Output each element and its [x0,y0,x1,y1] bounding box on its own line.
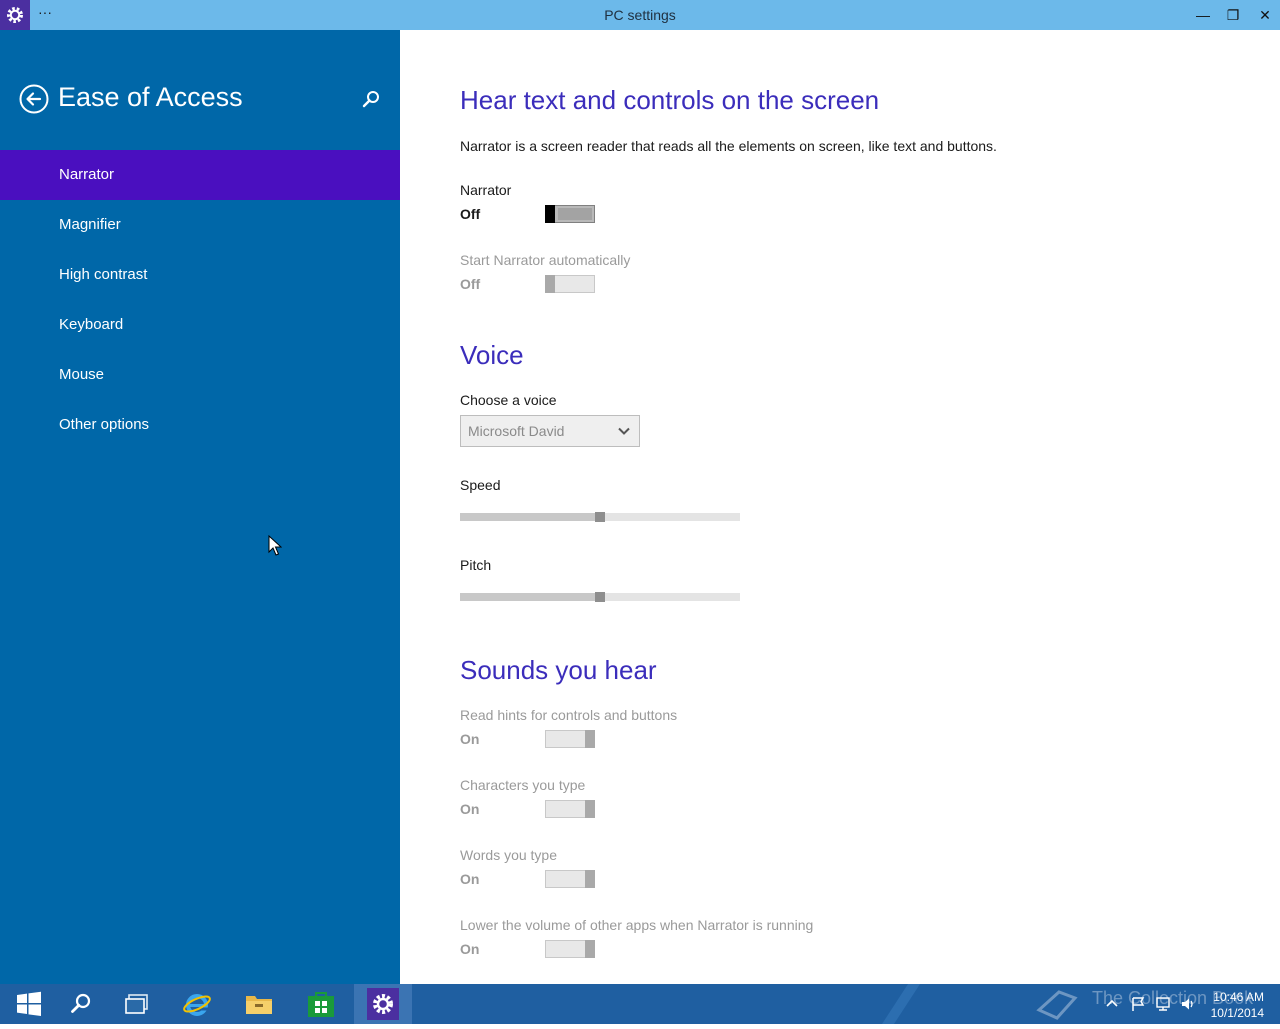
taskbar-decoration [860,984,920,1024]
voice-dropdown-value: Microsoft David [468,423,565,439]
narrator-toggle[interactable] [545,205,595,223]
speed-slider-thumb[interactable] [595,512,605,522]
volume-icon[interactable] [1180,996,1196,1012]
voice-dropdown[interactable]: Microsoft David [460,415,640,447]
show-hidden-icons-chevron-icon[interactable] [1104,996,1120,1012]
file-explorer-folder-icon[interactable] [230,984,288,1024]
lower-volume-state: On [460,941,480,957]
start-narrator-auto-label: Start Narrator automatically [460,252,631,268]
words-typed-label: Words you type [460,847,558,863]
words-typed-state: On [460,871,480,887]
book-logo-icon [1035,986,1079,1022]
start-narrator-auto-state: Off [460,276,481,292]
sidebar-item-keyboard[interactable]: Keyboard [0,300,400,350]
page-title: Ease of Access [58,82,243,112]
back-arrow-icon[interactable] [19,84,49,114]
read-hints-state: On [460,731,480,747]
section-heading-hear-text: Hear text and controls on the screen [460,85,880,115]
characters-typed-state: On [460,801,480,817]
start-narrator-auto-toggle[interactable] [545,275,595,293]
start-windows-icon[interactable] [0,984,58,1024]
title-bar: ··· PC settings — ❐ ✕ [0,0,1280,30]
settings-gear-icon[interactable] [354,984,412,1024]
sidebar-item-high-contrast[interactable]: High contrast [0,250,400,300]
internet-explorer-icon[interactable] [168,984,226,1024]
pitch-slider-thumb[interactable] [595,592,605,602]
minimize-button[interactable]: — [1188,0,1218,30]
main-content: Hear text and controls on the screen Nar… [400,30,1280,984]
narrator-state: Off [460,206,481,222]
read-hints-label: Read hints for controls and buttons [460,707,678,723]
clock-time: 10:46 AM [1213,990,1264,1004]
action-center-flag-icon[interactable] [1130,996,1146,1012]
network-icon[interactable] [1155,996,1171,1012]
search-icon[interactable] [360,88,382,110]
speed-slider[interactable] [460,512,740,522]
maximize-button[interactable]: ❐ [1218,0,1248,30]
read-hints-toggle[interactable] [545,730,595,748]
task-view-icon[interactable] [108,984,166,1024]
sidebar-item-mouse[interactable]: Mouse [0,350,400,400]
search-icon[interactable] [52,984,110,1024]
mouse-cursor-icon [268,534,283,557]
pitch-slider[interactable] [460,592,740,602]
choose-voice-label: Choose a voice [460,392,557,408]
speed-label: Speed [460,477,501,493]
characters-typed-toggle[interactable] [545,800,595,818]
sidebar-item-other-options[interactable]: Other options [0,400,400,450]
pitch-label: Pitch [460,557,492,573]
sidebar: Ease of Access Narrator Magnifier High c… [0,30,400,984]
section-heading-voice: Voice [460,340,524,370]
clock-date: 10/1/2014 [1210,1006,1264,1020]
taskbar: The Collection Book 10:46 AM 10/1/2014 [0,984,1280,1024]
sidebar-nav: Narrator Magnifier High contrast Keyboar… [0,150,400,450]
section-heading-sounds: Sounds you hear [460,655,657,685]
close-button[interactable]: ✕ [1250,0,1280,30]
narrator-label: Narrator [460,182,512,198]
lower-volume-toggle[interactable] [545,940,595,958]
system-clock[interactable]: 10:46 AM 10/1/2014 [1211,989,1264,1021]
chevron-down-icon [617,424,631,438]
characters-typed-label: Characters you type [460,777,586,793]
window-title: PC settings [604,7,676,23]
store-icon[interactable] [292,984,350,1024]
sidebar-item-magnifier[interactable]: Magnifier [0,200,400,250]
words-typed-toggle[interactable] [545,870,595,888]
narrator-description: Narrator is a screen reader that reads a… [460,138,997,154]
lower-volume-label: Lower the volume of other apps when Narr… [460,917,814,933]
sidebar-item-narrator[interactable]: Narrator [0,150,400,200]
